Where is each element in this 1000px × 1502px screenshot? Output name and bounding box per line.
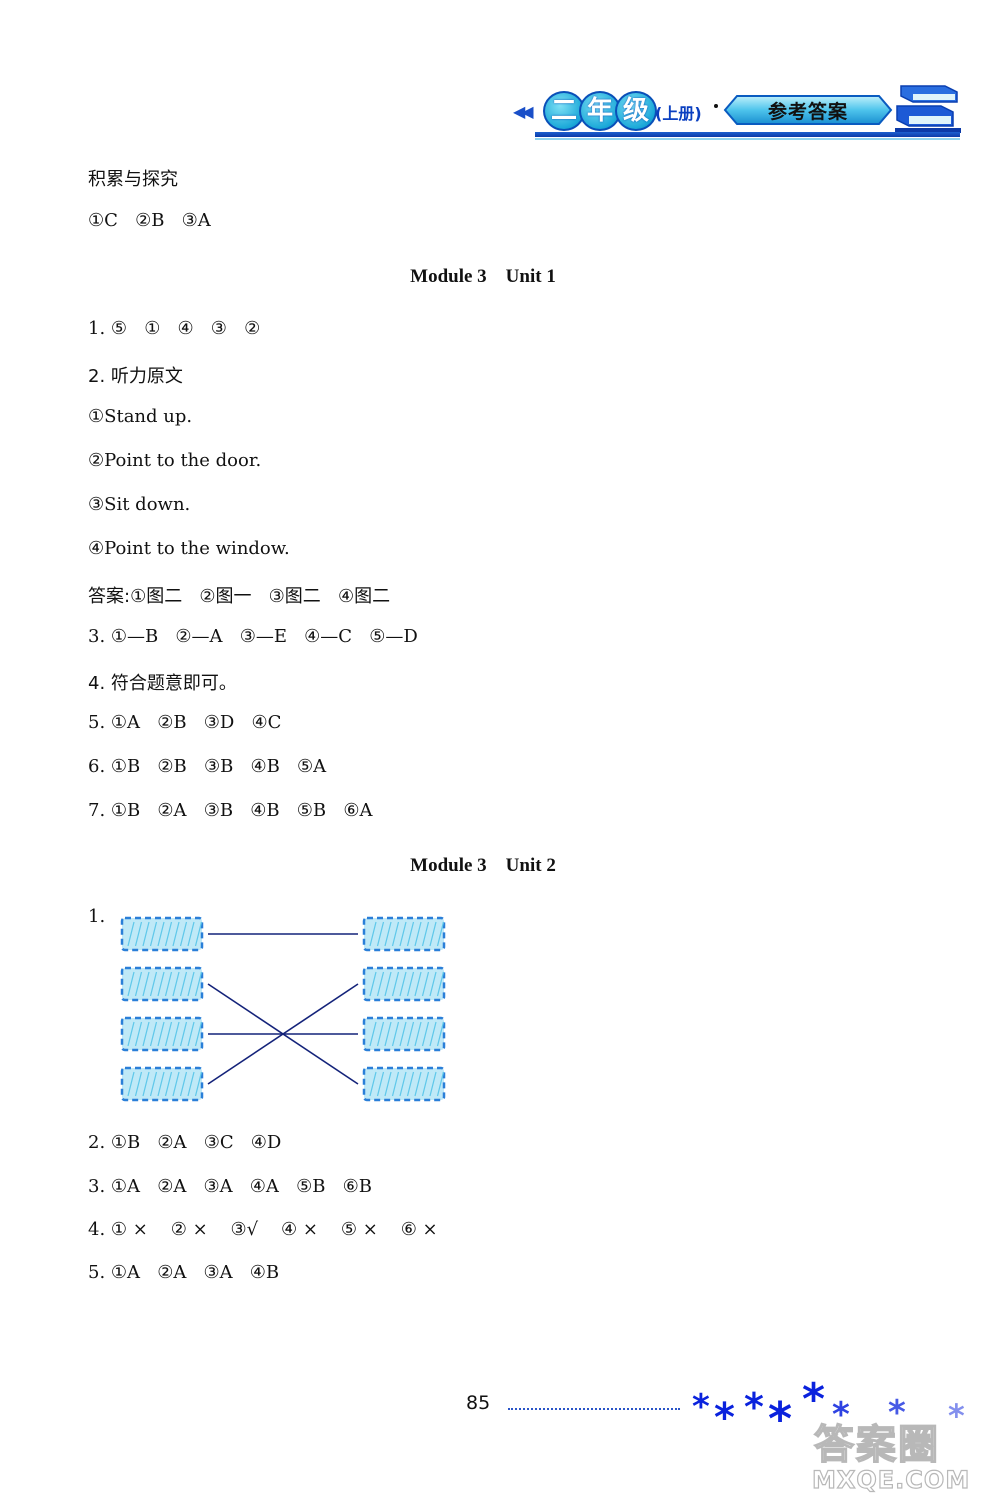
section-heading-accumulation: 积累与探究	[88, 169, 178, 190]
answer-line-q4: 4. 符合题意即可。	[88, 673, 237, 694]
answer-line-q7: 7. ①B ②A ③B ④B ⑤B ⑥A	[88, 800, 373, 821]
double-left-arrow-icon: ◀◀	[513, 102, 534, 121]
page-number: 85	[466, 1392, 491, 1414]
section-title-m3u2: Module 3 Unit 2	[410, 855, 556, 876]
section-title-m3u1: Module 3 Unit 1	[410, 266, 556, 287]
answer-line: ①C ②B ③A	[88, 210, 211, 231]
books-icon	[895, 85, 961, 133]
listening-script-line: ①Stand up.	[88, 406, 193, 427]
term-label: (上册)	[655, 104, 702, 123]
separator-dot	[714, 104, 718, 108]
listening-script-line: ②Point to the door.	[88, 450, 262, 471]
watermark-cn: 答案圈	[813, 1421, 940, 1469]
footer-dotted-rule	[508, 1408, 680, 1412]
watermark: 答案圈 MXQE.COM	[802, 1412, 1000, 1502]
header-rule	[535, 132, 960, 137]
listening-script-line: ④Point to the window.	[88, 538, 290, 559]
star-icon: *	[768, 1392, 793, 1446]
answer-line-q5: 5. ①A ②B ③D ④C	[88, 712, 282, 733]
matching-diagram	[118, 912, 453, 1108]
answer-line-q2-answer: 答案:①图二 ②图一 ③图二 ④图二	[88, 586, 391, 607]
answer-key-tag: 参考答案	[723, 94, 893, 126]
answer-line-q1: 1. ⑤ ① ④ ③ ②	[88, 318, 261, 339]
grade-char-3: 级	[615, 91, 657, 131]
listening-script-line: ③Sit down.	[88, 494, 191, 515]
star-icon: *	[692, 1387, 710, 1427]
answer-line-q5: 5. ①A ②A ③A ④B	[88, 1262, 280, 1283]
star-icon: *	[714, 1395, 735, 1441]
watermark-en: MXQE.COM	[811, 1465, 971, 1494]
answer-line-q2-heading: 2. 听力原文	[88, 366, 183, 387]
answer-line-q4: 4. ① × ② × ③√ ④ × ⑤ × ⑥ ×	[88, 1219, 438, 1240]
answer-key-title: 参考答案	[767, 101, 848, 123]
answer-line-q3: 3. ①A ②A ③A ④A ⑤B ⑥B	[88, 1176, 372, 1197]
answer-line-q1-label: 1.	[88, 906, 106, 927]
star-icon: *	[744, 1385, 764, 1429]
answer-line-q2: 2. ①B ②A ③C ④D	[88, 1132, 282, 1153]
answer-line-q6: 6. ①B ②B ③B ④B ⑤A	[88, 756, 327, 777]
header-rule-accent	[535, 138, 960, 140]
answer-line-q3: 3. ①—B ②—A ③—E ④—C ⑤—D	[88, 626, 418, 647]
page-header-banner: ◀◀ 二 年 级 (上册) 参考答案	[505, 80, 965, 146]
